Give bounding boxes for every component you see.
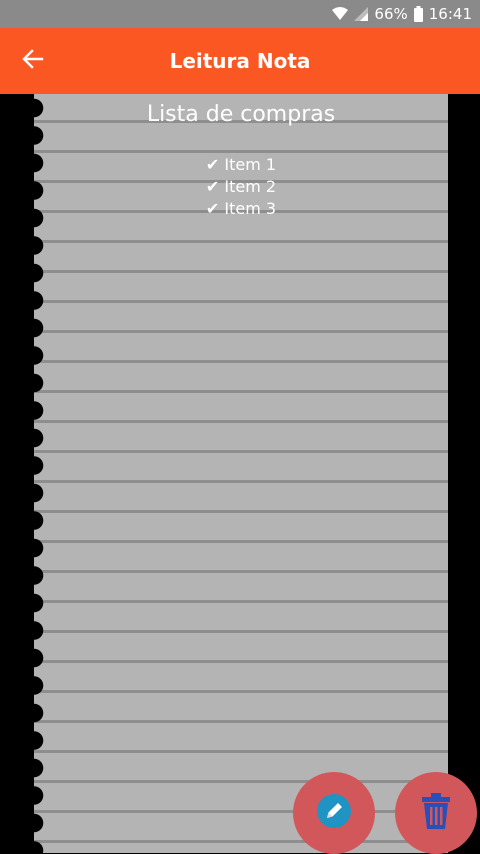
signal-icon	[354, 7, 369, 21]
back-button[interactable]	[14, 42, 52, 80]
battery-icon	[413, 6, 423, 22]
trash-icon	[419, 792, 453, 834]
delete-button[interactable]	[395, 772, 477, 854]
status-bar: 66% 16:41	[0, 0, 480, 28]
app-bar: Leitura Nota	[0, 28, 480, 94]
list-item: ✔ Item 1	[205, 155, 277, 174]
page-title: Leitura Nota	[169, 49, 311, 73]
note-items: ✔ Item 1 ✔ Item 2 ✔ Item 3	[34, 154, 448, 220]
wifi-icon	[332, 7, 349, 21]
arrow-back-icon	[22, 48, 44, 74]
clock: 16:41	[428, 5, 472, 23]
list-item: ✔ Item 2	[205, 177, 277, 196]
edit-button[interactable]	[293, 772, 375, 854]
note-title: Lista de compras	[146, 102, 336, 127]
pencil-icon	[315, 792, 353, 834]
list-item: ✔ Item 3	[205, 199, 277, 218]
battery-percent: 66%	[374, 5, 408, 23]
